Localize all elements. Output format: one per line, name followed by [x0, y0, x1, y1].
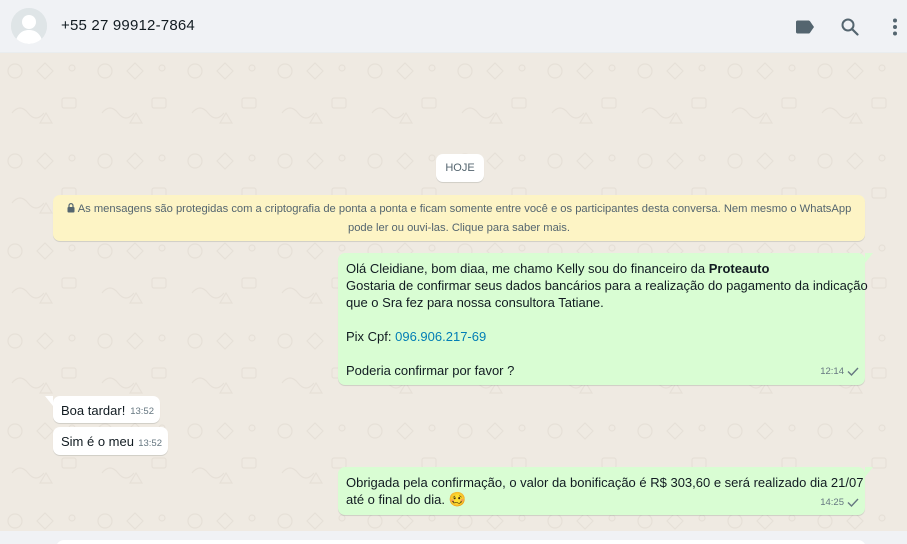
message-bubble-outgoing[interactable]: Obrigada pela confirmação, o valor da bo…: [338, 467, 873, 515]
message-line: Olá Cleidiane, bom diaa, me chamo Kelly …: [346, 260, 769, 277]
message-text: Boa tardar!: [61, 403, 126, 418]
message-time: 12:14: [820, 366, 844, 377]
message-time: 13:52: [130, 406, 154, 417]
composer-bar: [0, 531, 907, 544]
phone-link[interactable]: 096.906.217-69: [395, 329, 486, 344]
avatar-icon: [11, 8, 47, 44]
message-text: Poderia confirmar por favor ?: [346, 363, 515, 378]
check-icon: [847, 498, 859, 507]
menu-icon[interactable]: [883, 15, 907, 39]
message-text: Olá Cleidiane, bom diaa, me chamo Kelly …: [346, 261, 709, 276]
avatar[interactable]: [11, 8, 47, 44]
search-icon[interactable]: [838, 15, 862, 39]
notice-text-line2: pode ler ou ouvi-las. Clique para saber …: [347, 222, 570, 234]
label-icon[interactable]: [793, 15, 817, 39]
message-line: até o final do dia. 🥴: [346, 491, 466, 508]
message-bubble-incoming[interactable]: Sim é o meu 13:52: [53, 427, 168, 455]
chat-panel[interactable]: HOJE As mensagens são protegidas com a c…: [0, 53, 907, 531]
message-bubble-incoming[interactable]: Boa tardar! 13:52: [45, 396, 160, 423]
encryption-notice[interactable]: As mensagens são protegidas com a cripto…: [53, 195, 865, 241]
bubble-tail: [865, 467, 873, 477]
company-name: Proteauto: [708, 261, 770, 276]
check-icon: [847, 367, 859, 376]
lock-icon: [67, 201, 75, 219]
chat-header: +55 27 99912-7864: [0, 0, 907, 53]
message-bubble-outgoing[interactable]: Olá Cleidiane, bom diaa, me chamo Kelly …: [338, 253, 873, 385]
message-time: 13:52: [138, 438, 162, 449]
bubble-tail: [45, 396, 53, 406]
day-divider: HOJE: [436, 154, 484, 182]
message-text: Gostaria de confirmar seus dados bancári…: [346, 278, 868, 293]
message-text: que o Sra fez para nossa consultora Tati…: [346, 295, 604, 310]
contact-name[interactable]: +55 27 99912-7864: [61, 17, 195, 34]
message-text: Sim é o meu: [61, 434, 134, 449]
message-input[interactable]: [56, 540, 866, 544]
message-meta: 12:14: [820, 363, 859, 380]
message-meta: 14:25: [820, 494, 859, 511]
message-line: Pix Cpf: 096.906.217-69: [346, 328, 486, 345]
woozy-face-emoji-icon: 🥴: [448, 491, 467, 507]
pix-label: Pix Cpf:: [346, 329, 396, 344]
notice-text-line1: As mensagens são protegidas com a cripto…: [77, 203, 852, 215]
message-text: Obrigada pela confirmação, o valor da bo…: [346, 475, 864, 490]
message-text: até o final do dia.: [346, 492, 449, 507]
message-time: 14:25: [820, 497, 844, 508]
bubble-tail: [865, 253, 873, 263]
